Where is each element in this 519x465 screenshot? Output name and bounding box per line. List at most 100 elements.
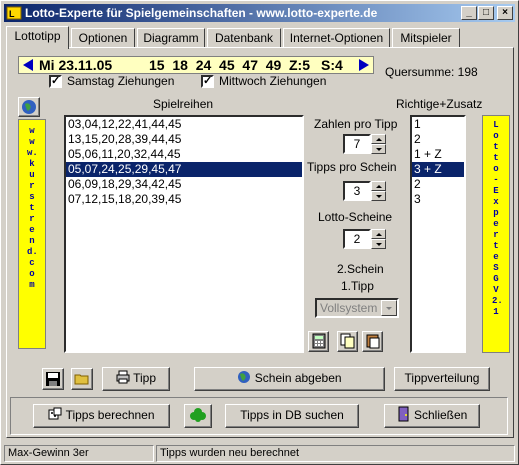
save-button[interactable]: [42, 368, 64, 390]
close-button[interactable]: ×: [497, 6, 513, 20]
spielreihe-row[interactable]: 13,15,20,28,39,44,45: [66, 132, 302, 147]
tab-optionen[interactable]: Optionen: [71, 28, 135, 48]
clover-button[interactable]: [184, 404, 212, 428]
maximize-button[interactable]: □: [478, 6, 494, 20]
right-banner[interactable]: Lotto-Experte SG V2.1: [482, 115, 510, 353]
draw-superzahl: S:4: [321, 57, 343, 73]
draw-display: Mi 23.11.05 15 18 24 45 47 49 Z:5 S:4: [18, 56, 374, 74]
arrow-up-icon: [376, 233, 382, 236]
richtige-row[interactable]: 3: [412, 192, 464, 207]
system-select-value: Vollsystem: [320, 301, 378, 315]
close-icon: ×: [502, 7, 508, 18]
tab-mitspieler[interactable]: Mitspieler: [392, 28, 460, 48]
scheine-label: Lotto-Scheine: [318, 210, 393, 224]
spielreihe-row[interactable]: 06,09,18,29,34,42,45: [66, 177, 302, 192]
open-button[interactable]: [71, 368, 93, 390]
next-draw-arrow-icon[interactable]: [357, 58, 371, 75]
title-bar[interactable]: L Lotto-Experte für Spielgemeinschaften …: [4, 4, 515, 22]
spielreihen-list[interactable]: 03,04,12,22,41,44,45 13,15,20,28,39,44,45…: [64, 115, 304, 353]
tipp-button[interactable]: Tipp: [102, 367, 170, 391]
spielreihen-label: Spielreihen: [153, 97, 214, 111]
tipps-value[interactable]: 3: [343, 181, 371, 201]
globe-icon: [237, 371, 251, 385]
spin-up-button[interactable]: [371, 181, 386, 191]
richtige-row[interactable]: 2: [412, 132, 464, 147]
spielreihe-row[interactable]: 07,12,15,18,20,39,45: [66, 192, 302, 207]
arrow-down-icon: [376, 148, 382, 151]
wednesday-checkbox[interactable]: ✓: [201, 75, 214, 88]
tipps-db-button[interactable]: Tipps in DB suchen: [225, 404, 359, 428]
paste-icon: [365, 334, 381, 352]
status-left: Max-Gewinn 3er: [4, 445, 154, 462]
tab-datenbank[interactable]: Datenbank: [207, 28, 281, 48]
richtige-row[interactable]: 2: [412, 177, 464, 192]
spin-up-button[interactable]: [371, 229, 386, 239]
calculator-button[interactable]: [308, 331, 329, 352]
svg-text:L: L: [9, 9, 15, 19]
spielreihe-row[interactable]: 05,06,11,20,32,44,45: [66, 147, 302, 162]
tab-internet-optionen[interactable]: Internet-Optionen: [283, 28, 390, 48]
richtige-row[interactable]: 3 + Z: [412, 162, 464, 177]
wednesday-label: Mittwoch Ziehungen: [219, 74, 327, 88]
tab-lottotipp[interactable]: Lottotipp: [6, 26, 69, 49]
window-title: Lotto-Experte für Spielgemeinschaften - …: [25, 6, 378, 20]
saturday-label: Samstag Ziehungen: [67, 74, 175, 88]
draw-date: Mi 23.11.05: [39, 57, 113, 73]
checkmark-icon: ✓: [203, 75, 213, 87]
arrow-up-icon: [376, 185, 382, 188]
dice-icon: [48, 407, 62, 422]
copy-button[interactable]: [337, 331, 358, 352]
spin-down-button[interactable]: [371, 144, 386, 154]
spin-up-button[interactable]: [371, 134, 386, 144]
chevron-down-icon: [381, 300, 397, 316]
folder-open-icon: [74, 374, 90, 390]
app-icon: L: [6, 5, 22, 21]
richtige-row[interactable]: 1 + Z: [412, 147, 464, 162]
globe-icon: [21, 100, 37, 118]
tipp-button-label: Tipp: [133, 371, 157, 385]
globe-button[interactable]: [18, 97, 40, 117]
tipps-berechnen-button[interactable]: Tipps berechnen: [33, 404, 170, 428]
arrow-up-icon: [376, 138, 382, 141]
zahlen-label: Zahlen pro Tipp: [314, 117, 398, 131]
schein-abgeben-label: Schein abgeben: [254, 371, 342, 385]
paste-button[interactable]: [362, 331, 383, 352]
calculator-icon: [312, 333, 326, 352]
richtige-label: Richtige+Zusatz: [396, 97, 483, 111]
floppy-disk-icon: [45, 372, 61, 390]
system-select[interactable]: Vollsystem: [315, 298, 399, 318]
tab-diagramm[interactable]: Diagramm: [137, 28, 205, 48]
tipp-info: 1.Tipp: [341, 279, 374, 293]
spin-down-button[interactable]: [371, 191, 386, 201]
schein-abgeben-button[interactable]: Schein abgeben: [194, 367, 385, 391]
schein-info: 2.Schein: [337, 262, 384, 276]
prev-draw-arrow-icon[interactable]: [21, 58, 35, 75]
exit-door-icon: [397, 406, 411, 422]
main-window: L Lotto-Experte für Spielgemeinschaften …: [0, 0, 519, 465]
left-banner[interactable]: www.kurstrend.com: [18, 119, 46, 349]
spin-down-button[interactable]: [371, 239, 386, 249]
status-right: Tipps wurden neu berechnet: [156, 445, 515, 462]
draw-zusatz: Z:5: [289, 57, 310, 73]
maximize-icon: □: [482, 7, 490, 18]
tippverteilung-button[interactable]: Tippverteilung: [394, 367, 490, 391]
minimize-button[interactable]: _: [461, 6, 477, 20]
quersumme: Quersumme: 198: [385, 65, 478, 79]
arrow-down-icon: [376, 243, 382, 246]
richtige-row[interactable]: 1: [412, 117, 464, 132]
spielreihe-row[interactable]: 03,04,12,22,41,44,45: [66, 117, 302, 132]
arrow-down-icon: [376, 195, 382, 198]
schliessen-button[interactable]: Schließen: [384, 404, 480, 428]
clover-icon: [189, 408, 207, 428]
printer-icon: [116, 370, 130, 385]
richtige-list[interactable]: 121 + Z3 + Z23: [410, 115, 466, 353]
tipps-berechnen-label: Tipps berechnen: [65, 408, 155, 422]
settings-panel: Zahlen pro Tipp 7 Tipps pro Schein 3 Lot…: [307, 115, 407, 353]
saturday-checkbox[interactable]: ✓: [49, 75, 62, 88]
scheine-value[interactable]: 2: [343, 229, 371, 249]
spielreihe-row[interactable]: 05,07,24,25,29,45,47: [66, 162, 302, 177]
zahlen-value[interactable]: 7: [343, 134, 371, 154]
tipps-label: Tipps pro Schein: [307, 160, 397, 174]
copy-icon: [340, 333, 356, 352]
draw-numbers: 15 18 24 45 47 49: [149, 57, 282, 73]
